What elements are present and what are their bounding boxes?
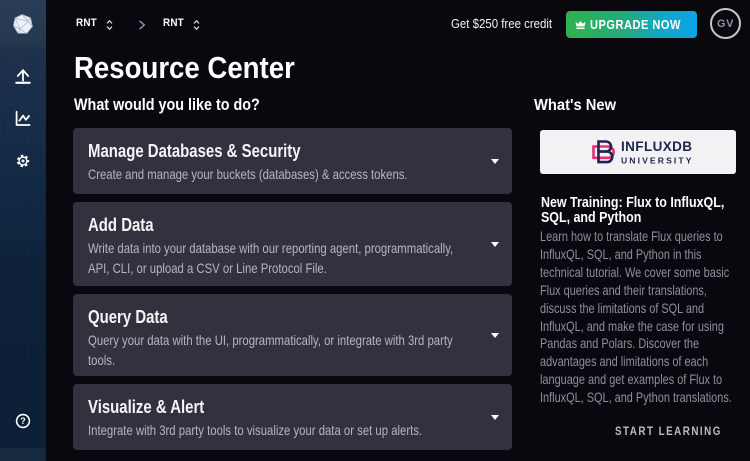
svg-text:INFLUXDB: INFLUXDB [621, 139, 692, 154]
svg-text:UNIVERSITY: UNIVERSITY [621, 156, 694, 166]
svg-text:?: ? [20, 416, 26, 426]
